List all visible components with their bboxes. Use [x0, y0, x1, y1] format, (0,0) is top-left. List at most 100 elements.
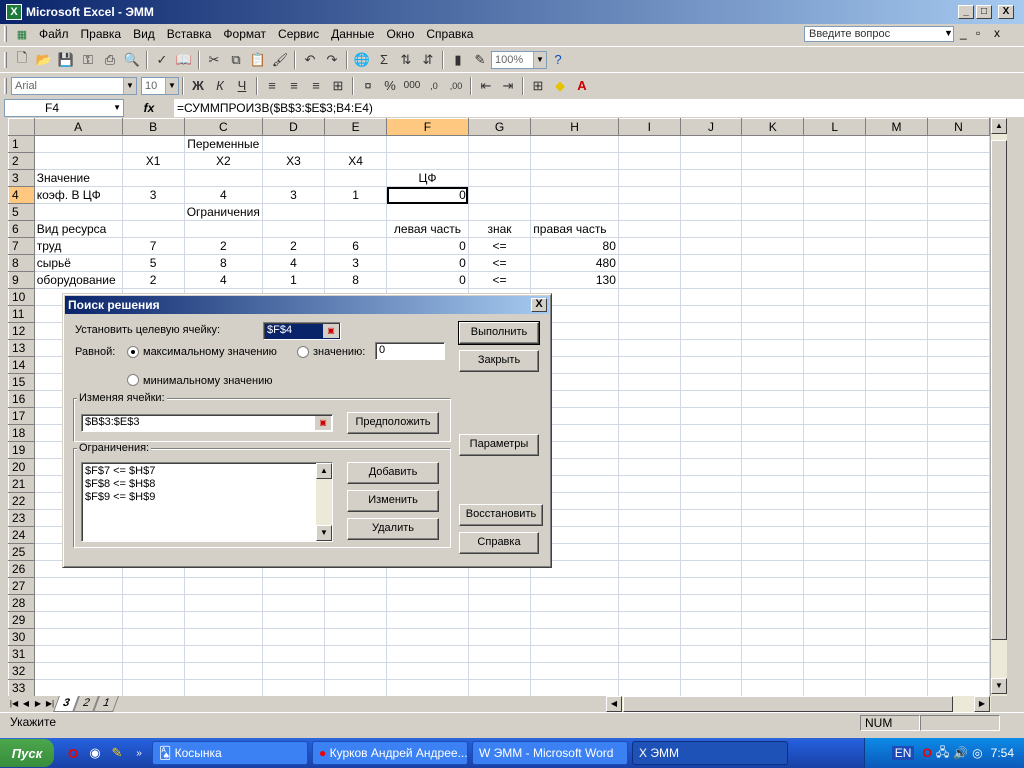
cell-m27[interactable] — [865, 577, 929, 595]
cell-d9[interactable]: 1 — [262, 271, 326, 289]
row-header[interactable]: 32 — [8, 662, 35, 680]
fill-color-icon[interactable]: ◆ — [550, 76, 570, 96]
undo-icon[interactable]: ↶ — [300, 50, 320, 70]
row-header[interactable]: 28 — [8, 594, 35, 612]
cell-e27[interactable] — [324, 577, 388, 595]
cell-n20[interactable] — [927, 458, 990, 476]
cell-k1[interactable] — [741, 135, 805, 153]
cell-j33[interactable] — [680, 679, 743, 696]
cell-i30[interactable] — [618, 628, 681, 646]
column-header-h[interactable]: H — [530, 118, 619, 136]
cell-k17[interactable] — [741, 407, 805, 425]
cell-e30[interactable] — [324, 628, 388, 646]
print-preview-icon[interactable]: 🔍 — [122, 50, 142, 70]
help-button[interactable]: Справка — [459, 532, 539, 554]
cell-j22[interactable] — [680, 492, 743, 510]
row-header[interactable]: 22 — [8, 492, 35, 510]
cell-n25[interactable] — [927, 543, 990, 561]
cell-i23[interactable] — [618, 509, 681, 527]
borders-icon[interactable]: ⊞ — [528, 76, 548, 96]
radio-min-label[interactable]: минимальному значению — [143, 375, 273, 387]
cell-i20[interactable] — [618, 458, 681, 476]
align-left-icon[interactable]: ≡ — [262, 76, 282, 96]
cell-n26[interactable] — [927, 560, 990, 578]
cell-m4[interactable] — [865, 186, 929, 204]
column-header-k[interactable]: K — [741, 118, 805, 136]
cell-l26[interactable] — [803, 560, 867, 578]
menu-data[interactable]: Данные — [325, 27, 380, 41]
copy-icon[interactable]: ⧉ — [226, 50, 246, 70]
target-cell-input[interactable]: $F$4 ▣ — [263, 322, 341, 340]
cell-k18[interactable] — [741, 424, 805, 442]
cell-k10[interactable] — [741, 288, 805, 306]
scroll-right-icon[interactable]: ▶ — [974, 696, 990, 712]
cell-j8[interactable] — [680, 254, 743, 272]
cell-i22[interactable] — [618, 492, 681, 510]
help-dropdown-icon[interactable]: ▼ — [944, 28, 953, 38]
currency-icon[interactable]: ¤ — [358, 76, 378, 96]
cell-j14[interactable] — [680, 356, 743, 374]
hscroll-thumb[interactable] — [623, 696, 953, 712]
cell-b28[interactable] — [122, 594, 185, 612]
constraint-item[interactable]: $F$8 <= $H$8 — [85, 478, 329, 491]
cell-l23[interactable] — [803, 509, 867, 527]
cell-j19[interactable] — [680, 441, 743, 459]
cell-k20[interactable] — [741, 458, 805, 476]
cell-h1[interactable] — [530, 135, 619, 153]
cell-e29[interactable] — [324, 611, 388, 629]
cell-l17[interactable] — [803, 407, 867, 425]
cell-a3[interactable]: Значение — [34, 169, 123, 187]
save-icon[interactable]: 💾 — [56, 50, 76, 70]
cell-i7[interactable] — [618, 237, 681, 255]
cell-b6[interactable] — [122, 220, 185, 238]
cell-b30[interactable] — [122, 628, 185, 646]
constraint-item[interactable]: $F$9 <= $H$9 — [85, 491, 329, 504]
cell-n33[interactable] — [927, 679, 990, 696]
menu-edit[interactable]: Правка — [75, 27, 128, 41]
row-header[interactable]: 24 — [8, 526, 35, 544]
cell-m8[interactable] — [865, 254, 929, 272]
cell-k19[interactable] — [741, 441, 805, 459]
cell-f33[interactable] — [386, 679, 469, 696]
task-solitaire[interactable]: 🂡 Косынка — [152, 741, 308, 765]
decrease-decimal-icon[interactable]: ,00 — [446, 76, 466, 96]
cell-i18[interactable] — [618, 424, 681, 442]
cell-i28[interactable] — [618, 594, 681, 612]
cell-n27[interactable] — [927, 577, 990, 595]
cell-m13[interactable] — [865, 339, 929, 357]
value-of-input[interactable]: 0 — [375, 342, 445, 360]
constraints-scrollbar[interactable]: ▲ ▼ — [316, 463, 332, 541]
cell-c33[interactable] — [184, 679, 263, 696]
redo-icon[interactable]: ↷ — [322, 50, 342, 70]
cell-f5[interactable] — [386, 203, 469, 221]
add-button[interactable]: Добавить — [347, 462, 439, 484]
cell-n7[interactable] — [927, 237, 990, 255]
cell-n24[interactable] — [927, 526, 990, 544]
row-header[interactable]: 18 — [8, 424, 35, 442]
cell-n22[interactable] — [927, 492, 990, 510]
cell-m28[interactable] — [865, 594, 929, 612]
cell-i25[interactable] — [618, 543, 681, 561]
cell-i32[interactable] — [618, 662, 681, 680]
cell-l18[interactable] — [803, 424, 867, 442]
cell-k16[interactable] — [741, 390, 805, 408]
cell-f27[interactable] — [386, 577, 469, 595]
cell-c1[interactable]: Переменные — [184, 135, 263, 153]
cell-f7[interactable]: 0 — [386, 237, 469, 255]
row-header[interactable]: 8 — [8, 254, 35, 272]
cell-j13[interactable] — [680, 339, 743, 357]
menu-insert[interactable]: Вставка — [161, 27, 218, 41]
cell-i3[interactable] — [618, 169, 681, 187]
maximize-button[interactable]: □ — [976, 5, 992, 19]
constraint-item[interactable]: $F$7 <= $H$7 — [85, 465, 329, 478]
chevron-down-icon[interactable]: ▼ — [533, 51, 546, 68]
row-header[interactable]: 13 — [8, 339, 35, 357]
cell-b2[interactable]: X1 — [122, 152, 185, 170]
cell-j1[interactable] — [680, 135, 743, 153]
cell-j15[interactable] — [680, 373, 743, 391]
cell-i33[interactable] — [618, 679, 681, 696]
cell-c27[interactable] — [184, 577, 263, 595]
cell-f8[interactable]: 0 — [386, 254, 469, 272]
cell-h2[interactable] — [530, 152, 619, 170]
row-header[interactable]: 3 — [8, 169, 35, 187]
